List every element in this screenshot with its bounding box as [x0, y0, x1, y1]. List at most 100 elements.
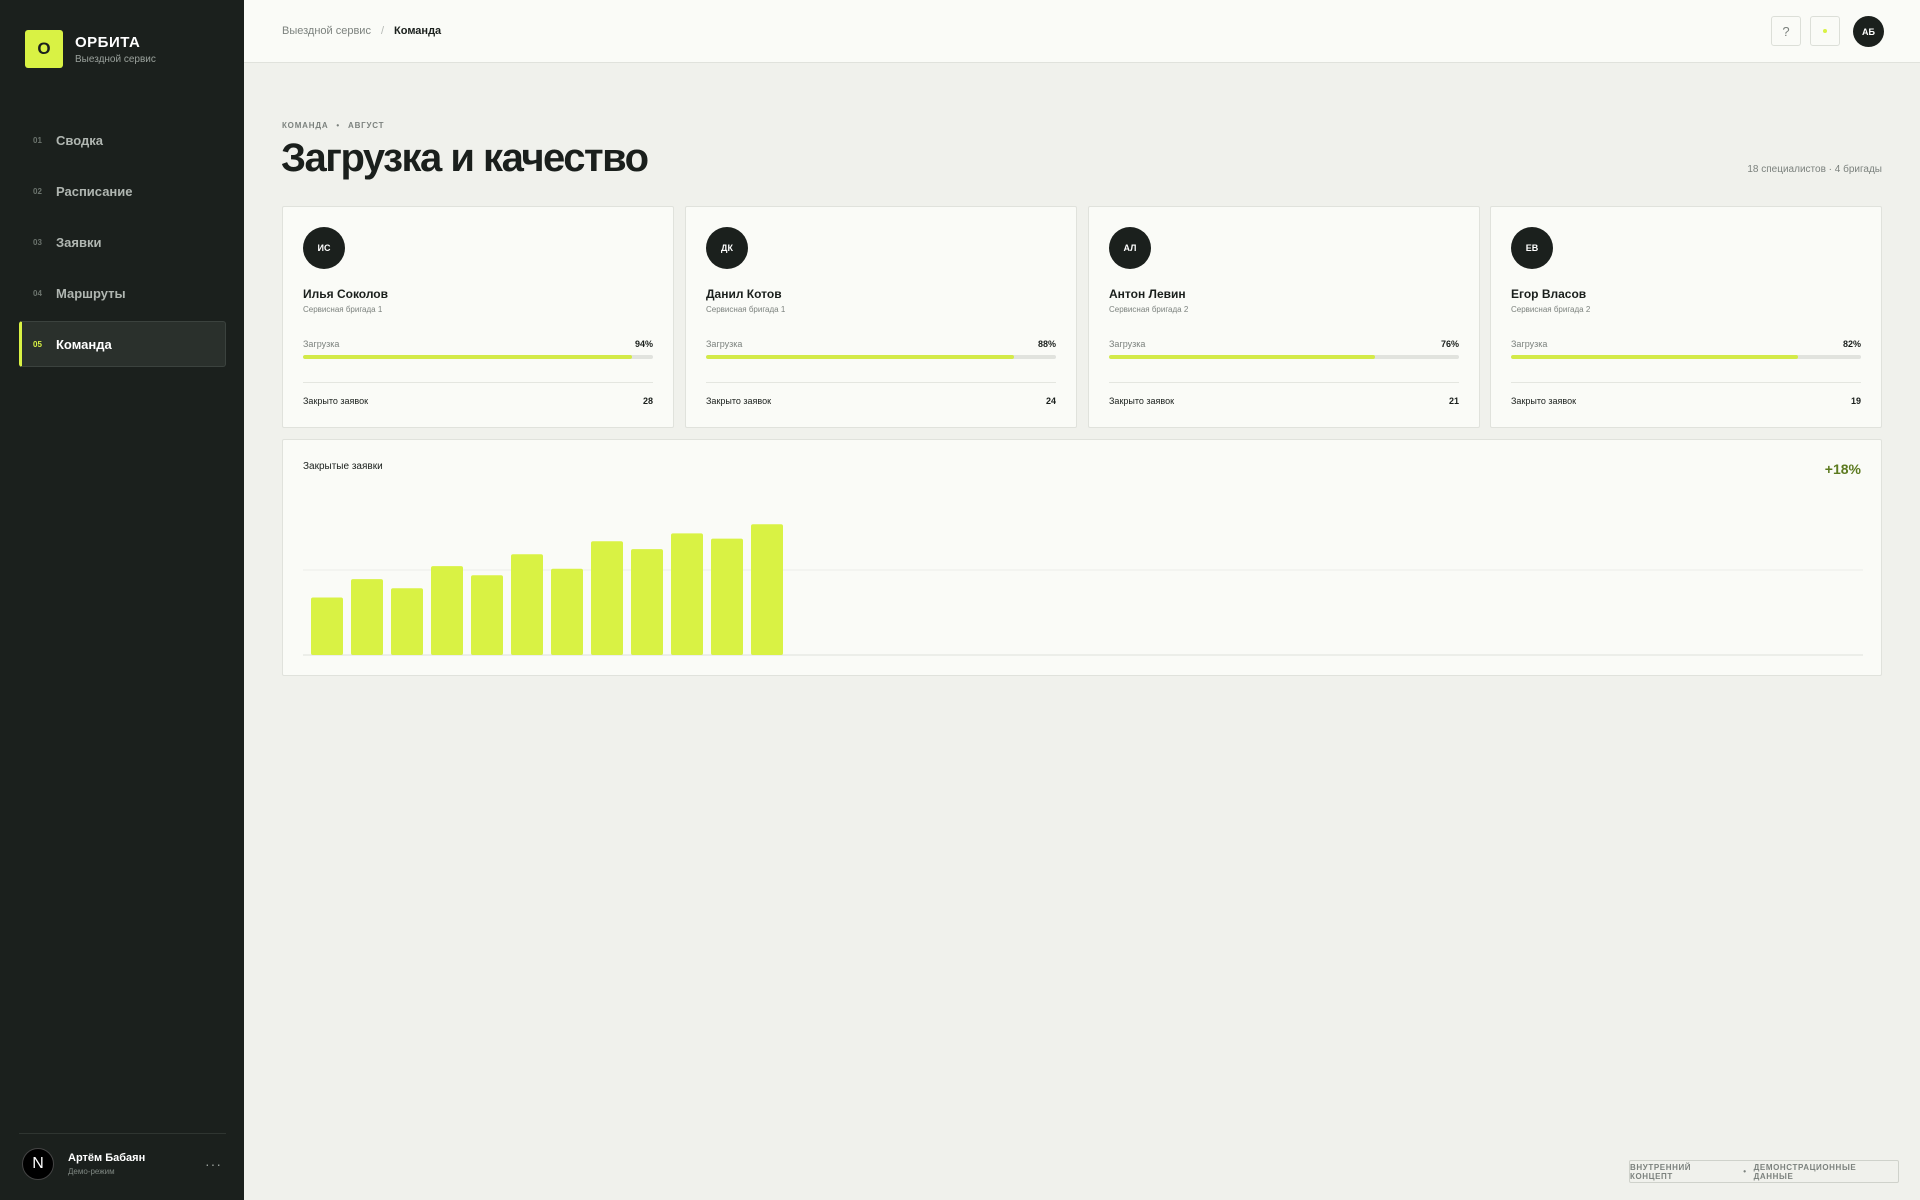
notification-dot-icon: [1823, 29, 1827, 33]
page-eyebrow: КОМАНДА • АВГУСТ: [282, 121, 384, 130]
nav-label: Сводка: [56, 132, 103, 148]
closed-requests-chart-panel: Закрытые заявки +18%: [282, 439, 1882, 676]
brand-logo: О: [25, 30, 63, 68]
closed-label: Закрыто заявок: [706, 396, 772, 406]
page-meta: 18 специалистов · 4 бригады: [1747, 164, 1882, 175]
member-name: Илья Соколов: [303, 287, 389, 301]
nav-number: 04: [33, 288, 42, 298]
member-name: Антон Левин: [1109, 287, 1186, 301]
footer-label-demo: ДЕМОНСТРАЦИОННЫЕ ДАННЫЕ: [1753, 1162, 1857, 1181]
member-name: Егор Власов: [1511, 287, 1587, 301]
chart-bar[interactable]: [311, 597, 343, 655]
closed-label: Закрыто заявок: [303, 396, 369, 406]
closed-label: Закрыто заявок: [1109, 396, 1175, 406]
closed-value: 21: [1448, 396, 1459, 406]
load-progress-fill: [303, 355, 632, 359]
chart-bar[interactable]: [511, 554, 543, 655]
eyebrow-section: КОМАНДА: [282, 121, 329, 130]
brand[interactable]: О ОРБИТА Выездной сервис: [25, 30, 156, 68]
help-button[interactable]: ?: [1771, 16, 1801, 46]
brand-subtitle: Выездной сервис: [75, 53, 156, 65]
sidebar-item-team[interactable]: 05 Команда: [19, 321, 226, 367]
team-member-card[interactable]: ДК Данил Котов Сервисная бригада 1 Загру…: [685, 206, 1077, 428]
user-mode: Демо-режим: [68, 1167, 115, 1176]
chart-bar[interactable]: [391, 588, 423, 655]
load-progress-bar: [1511, 355, 1861, 359]
breadcrumb-current: Команда: [394, 25, 442, 37]
load-value: 88%: [1037, 339, 1056, 349]
chart-bar[interactable]: [431, 566, 463, 655]
closed-value: 24: [1045, 396, 1056, 406]
member-avatar: ДК: [706, 227, 748, 269]
load-label: Загрузка: [1511, 339, 1548, 349]
chart-bar[interactable]: [551, 568, 583, 655]
notifications-button[interactable]: [1810, 16, 1840, 46]
user-avatar[interactable]: N: [22, 1148, 54, 1180]
account-avatar[interactable]: АБ: [1853, 16, 1884, 47]
member-team: Сервисная бригада 1: [303, 305, 383, 314]
sidebar-item-summary[interactable]: 01 Сводка: [19, 117, 226, 163]
nav-number: 02: [33, 186, 42, 196]
load-progress-fill: [1511, 355, 1798, 359]
member-team: Сервисная бригада 2: [1109, 305, 1189, 314]
chart-bar[interactable]: [471, 575, 503, 655]
card-divider: [706, 382, 1056, 383]
user-profile: N Артём Бабаян Демо-режим ···: [22, 1147, 222, 1181]
footer-tag: ВНУТРЕННИЙ КОНЦЕПТ • ДЕМОНСТРАЦИОННЫЕ ДА…: [1629, 1160, 1899, 1183]
load-label: Загрузка: [303, 339, 340, 349]
member-avatar: ЕВ: [1511, 227, 1553, 269]
load-value: 76%: [1440, 339, 1459, 349]
card-divider: [1109, 382, 1459, 383]
more-icon[interactable]: ···: [205, 1156, 222, 1172]
sidebar: О ОРБИТА Выездной сервис 01 Сводка 02 Ра…: [0, 0, 244, 1200]
chart-bar[interactable]: [751, 524, 783, 655]
nav-label: Команда: [56, 336, 112, 352]
nav-number: 01: [33, 135, 42, 145]
chart-bar[interactable]: [631, 549, 663, 655]
load-progress-fill: [1109, 355, 1375, 359]
sidebar-item-requests[interactable]: 03 Заявки: [19, 219, 226, 265]
chart-bar[interactable]: [591, 541, 623, 655]
member-team: Сервисная бригада 2: [1511, 305, 1591, 314]
help-icon: ?: [1782, 23, 1790, 39]
load-progress-bar: [303, 355, 653, 359]
load-label: Загрузка: [706, 339, 743, 349]
eyebrow-period: АВГУСТ: [348, 121, 385, 130]
load-value: 82%: [1842, 339, 1861, 349]
chart-bar[interactable]: [711, 538, 743, 655]
nav-label: Заявки: [56, 234, 102, 250]
chart-bar[interactable]: [351, 579, 383, 655]
chart-title: Закрытые заявки: [303, 461, 383, 472]
nav-label: Расписание: [56, 183, 133, 199]
user-name: Артём Бабаян: [68, 1152, 146, 1164]
closed-value: 28: [642, 396, 653, 406]
team-member-card[interactable]: АЛ Антон Левин Сервисная бригада 2 Загру…: [1088, 206, 1480, 428]
chart-delta: +18%: [1824, 461, 1861, 477]
footer-separator: •: [1743, 1167, 1747, 1176]
team-member-card[interactable]: ЕВ Егор Власов Сервисная бригада 2 Загру…: [1490, 206, 1882, 428]
chart-bar[interactable]: [671, 533, 703, 655]
team-member-card[interactable]: ИС Илья Соколов Сервисная бригада 1 Загр…: [282, 206, 674, 428]
breadcrumb-separator: /: [380, 25, 385, 37]
closed-value: 19: [1850, 396, 1861, 406]
card-divider: [303, 382, 653, 383]
bar-chart: [303, 524, 1863, 656]
sidebar-nav: 01 Сводка 02 Расписание 03 Заявки 04 Мар…: [19, 117, 226, 372]
eyebrow-separator: •: [336, 121, 341, 130]
load-progress-fill: [706, 355, 1014, 359]
load-value: 94%: [634, 339, 653, 349]
closed-label: Закрыто заявок: [1511, 396, 1577, 406]
card-divider: [1511, 382, 1861, 383]
member-name: Данил Котов: [706, 287, 782, 301]
member-avatar: АЛ: [1109, 227, 1151, 269]
breadcrumb-parent[interactable]: Выездной сервис: [282, 25, 371, 37]
sidebar-item-routes[interactable]: 04 Маршруты: [19, 270, 226, 316]
load-label: Загрузка: [1109, 339, 1146, 349]
footer-label-concept: ВНУТРЕННИЙ КОНЦЕПТ: [1630, 1162, 1692, 1181]
breadcrumb: Выездной сервис / Команда: [282, 25, 441, 37]
topbar: Выездной сервис / Команда ? АБ: [244, 0, 1920, 63]
nav-label: Маршруты: [56, 285, 126, 301]
load-progress-bar: [1109, 355, 1459, 359]
member-team: Сервисная бригада 1: [706, 305, 786, 314]
sidebar-item-schedule[interactable]: 02 Расписание: [19, 168, 226, 214]
